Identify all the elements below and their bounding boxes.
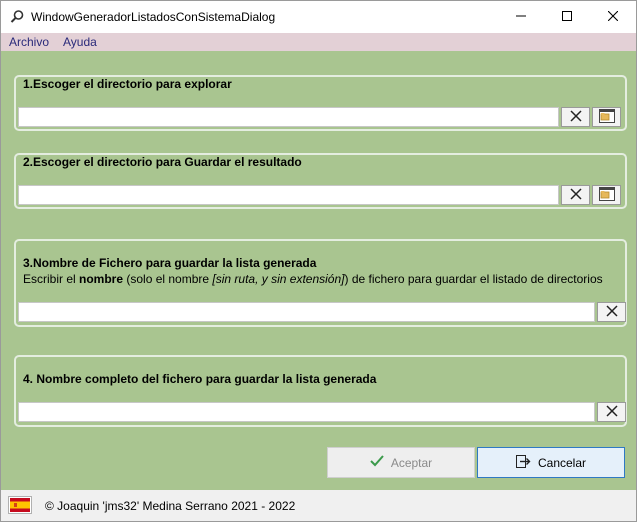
exit-arrow-icon bbox=[515, 454, 531, 471]
clear-x-icon bbox=[605, 304, 618, 320]
close-button[interactable] bbox=[590, 1, 636, 33]
maximize-button[interactable] bbox=[544, 1, 590, 33]
window-title: WindowGeneradorListadosConSistemaDialog bbox=[31, 10, 276, 24]
title-bar[interactable]: WindowGeneradorListadosConSistemaDialog bbox=[1, 1, 636, 33]
clear-x-icon bbox=[569, 109, 582, 125]
minimize-icon bbox=[516, 10, 526, 24]
browse-explore-directory-button[interactable] bbox=[592, 107, 621, 127]
minimize-button[interactable] bbox=[498, 1, 544, 33]
group2-title: 2.Escoger el directorio para Guardar el … bbox=[23, 155, 302, 169]
group3-title: 3.Nombre de Fichero para guardar la list… bbox=[23, 256, 317, 270]
cancel-button[interactable]: Cancelar bbox=[477, 447, 625, 478]
close-icon bbox=[607, 10, 619, 24]
clear-full-file-name-button[interactable] bbox=[597, 402, 626, 422]
status-bar: © Joaquin 'jms32' Medina Serrano 2021 - … bbox=[1, 490, 636, 521]
clear-file-name-button[interactable] bbox=[597, 302, 626, 322]
clear-explore-directory-button[interactable] bbox=[561, 107, 590, 127]
desc-italic: [sin ruta, y sin extensión] bbox=[212, 272, 345, 286]
desc-prefix: Escribir el bbox=[23, 272, 80, 286]
group-explore-directory: 1.Escoger el directorio para explorar bbox=[14, 75, 627, 131]
copyright-text: © Joaquin 'jms32' Medina Serrano 2021 - … bbox=[45, 499, 296, 513]
save-directory-input[interactable] bbox=[18, 185, 559, 205]
browse-save-directory-button[interactable] bbox=[592, 185, 621, 205]
menu-ayuda[interactable]: Ayuda bbox=[63, 35, 97, 49]
group-full-file-name: 4. Nombre completo del fichero para guar… bbox=[14, 355, 627, 427]
cancel-label: Cancelar bbox=[537, 455, 587, 470]
clear-x-icon bbox=[605, 404, 618, 420]
checkmark-icon bbox=[370, 455, 384, 470]
desc-middle: (solo el nombre bbox=[123, 272, 213, 286]
explore-directory-input[interactable] bbox=[18, 107, 559, 127]
menu-bar: Archivo Ayuda bbox=[1, 33, 636, 51]
clear-x-icon bbox=[569, 187, 582, 203]
menu-archivo[interactable]: Archivo bbox=[9, 35, 49, 49]
desc-bold: nombre bbox=[79, 272, 124, 286]
folder-browse-icon bbox=[598, 108, 615, 126]
spain-flag-icon bbox=[8, 496, 32, 514]
full-file-name-input[interactable] bbox=[18, 402, 595, 422]
desc-suffix: ) de fichero para guardar el listado de … bbox=[344, 272, 603, 286]
clear-save-directory-button[interactable] bbox=[561, 185, 590, 205]
group4-title: 4. Nombre completo del fichero para guar… bbox=[23, 372, 377, 386]
accept-button[interactable]: Aceptar bbox=[327, 447, 475, 478]
group-save-directory: 2.Escoger el directorio para Guardar el … bbox=[14, 153, 627, 209]
dialog-window: WindowGeneradorListadosConSistemaDialog … bbox=[0, 0, 637, 522]
magnifier-icon bbox=[9, 9, 25, 25]
group1-title: 1.Escoger el directorio para explorar bbox=[23, 77, 232, 91]
group-file-name: 3.Nombre de Fichero para guardar la list… bbox=[14, 239, 627, 327]
accept-label: Aceptar bbox=[390, 455, 433, 470]
group3-description: Escribir el nombre (solo el nombre [sin … bbox=[23, 272, 603, 286]
folder-browse-icon bbox=[598, 186, 615, 204]
file-name-input[interactable] bbox=[18, 302, 595, 322]
maximize-icon bbox=[562, 10, 572, 24]
